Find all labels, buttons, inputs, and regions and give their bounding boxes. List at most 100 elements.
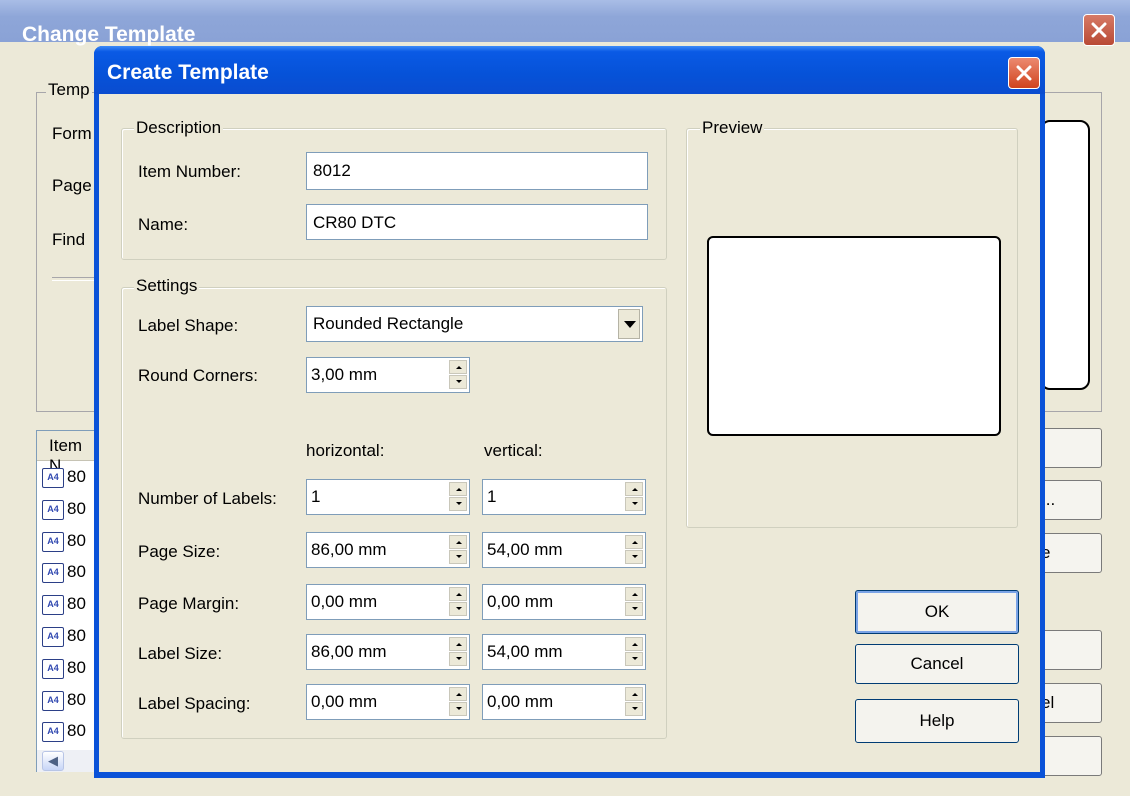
horizontal-spinner-value: 0,00 mm xyxy=(311,692,378,711)
spin-down-icon[interactable] xyxy=(449,375,467,389)
spin-up-icon[interactable] xyxy=(625,637,643,651)
spin-up-icon[interactable] xyxy=(625,535,643,549)
list-item-text: 80 xyxy=(67,562,86,582)
name-input[interactable]: CR80 DTC xyxy=(306,204,648,240)
description-caption: Description xyxy=(134,118,224,138)
scroll-left-icon[interactable]: ◀ xyxy=(42,751,64,771)
spin-down-icon[interactable] xyxy=(449,702,467,716)
vertical-spinner[interactable]: 54,00 mm xyxy=(482,532,646,568)
spin-up-icon[interactable] xyxy=(449,637,467,651)
list-item[interactable]: A4 80 xyxy=(42,625,102,650)
horizontal-spinner[interactable]: 86,00 mm xyxy=(306,634,470,670)
horizontal-spinner[interactable]: 0,00 mm xyxy=(306,584,470,620)
template-file-icon: A4 xyxy=(42,499,64,520)
list-item[interactable]: A4 80 xyxy=(42,689,102,714)
label-shape-value: Rounded Rectangle xyxy=(313,314,464,333)
spin-down-icon[interactable] xyxy=(449,497,467,511)
spin-up-icon[interactable] xyxy=(449,360,467,374)
item-number-input[interactable]: 8012 xyxy=(306,152,648,190)
list-item-text: 80 xyxy=(67,467,86,486)
spin-down-icon[interactable] xyxy=(625,497,643,511)
settings-row-label: Number of Labels: xyxy=(138,489,277,508)
settings-row-label: Page Margin: xyxy=(138,594,240,613)
settings-caption: Settings xyxy=(134,276,200,296)
horizontal-spinner-value: 0,00 mm xyxy=(311,592,378,611)
round-corners-spinner[interactable]: 3,00 mm xyxy=(306,357,470,393)
list-item[interactable]: A4 80 xyxy=(42,593,102,618)
item-number-label: Item Number: xyxy=(138,162,241,181)
vertical-spinner-value: 1 xyxy=(487,487,497,506)
spin-down-icon[interactable] xyxy=(625,702,643,716)
vertical-spinner[interactable]: 1 xyxy=(482,479,646,515)
list-item[interactable]: A4 80 xyxy=(42,498,102,523)
list-column-header[interactable]: Item N xyxy=(37,431,97,475)
spin-up-icon[interactable] xyxy=(449,482,467,496)
template-file-icon: A4 xyxy=(42,563,64,584)
label-shape-select[interactable]: Rounded Rectangle xyxy=(306,306,643,342)
list-item-text: 80 xyxy=(67,721,86,741)
vertical-spinner-value: 54,00 mm xyxy=(487,642,563,661)
list-item-text: 80 xyxy=(67,689,86,709)
list-item-text: 80 xyxy=(67,626,86,645)
list-item[interactable]: A4 80 xyxy=(42,720,102,745)
vertical-column-label: vertical: xyxy=(484,441,543,460)
label-shape-label: Label Shape: xyxy=(138,316,239,335)
spin-up-icon[interactable] xyxy=(449,535,467,549)
spin-down-icon[interactable] xyxy=(449,550,467,564)
dialog-close-button[interactable] xyxy=(1008,57,1040,89)
horizontal-spinner-value: 86,00 mm xyxy=(311,540,387,559)
dialog-title: Create Template xyxy=(107,61,269,84)
vertical-spinner-value: 54,00 mm xyxy=(487,540,563,559)
change-template-title: Change Template xyxy=(22,23,196,46)
list-item[interactable]: A4 80 xyxy=(42,561,102,586)
list-item[interactable]: A4 80 xyxy=(42,466,102,491)
spin-down-icon[interactable] xyxy=(625,652,643,666)
vertical-spinner-value: 0,00 mm xyxy=(487,692,554,711)
template-file-icon: A4 xyxy=(42,690,64,711)
round-corners-value: 3,00 mm xyxy=(311,365,378,384)
horizontal-spinner[interactable]: 1 xyxy=(306,479,470,515)
settings-row-label: Page Size: xyxy=(138,542,221,561)
vertical-spinner-value: 0,00 mm xyxy=(487,592,554,611)
spin-up-icon[interactable] xyxy=(625,587,643,601)
spin-down-icon[interactable] xyxy=(449,652,467,666)
spin-down-icon[interactable] xyxy=(625,550,643,564)
list-item-text: 80 xyxy=(67,594,86,614)
change-template-close-button[interactable] xyxy=(1083,14,1115,46)
spin-down-icon[interactable] xyxy=(625,602,643,616)
spin-down-icon[interactable] xyxy=(449,602,467,616)
name-label: Name: xyxy=(138,215,189,234)
template-file-icon: A4 xyxy=(42,658,64,679)
close-icon xyxy=(1091,22,1107,38)
settings-row-label: Label Size: xyxy=(138,644,223,663)
page-label: Page xyxy=(52,176,92,195)
round-corners-label: Round Corners: xyxy=(138,366,259,385)
close-icon xyxy=(1016,65,1032,81)
vertical-spinner[interactable]: 0,00 mm xyxy=(482,684,646,720)
chevron-down-icon[interactable] xyxy=(618,309,640,339)
ok-button[interactable]: OK xyxy=(855,590,1019,634)
spin-up-icon[interactable] xyxy=(449,587,467,601)
spin-up-icon[interactable] xyxy=(625,687,643,701)
horizontal-spinner[interactable]: 86,00 mm xyxy=(306,532,470,568)
spin-up-icon[interactable] xyxy=(625,482,643,496)
template-file-icon: A4 xyxy=(42,468,64,488)
horizontal-column-label: horizontal: xyxy=(306,441,385,460)
template-file-icon: A4 xyxy=(42,531,64,552)
list-item[interactable]: A4 80 xyxy=(42,530,102,555)
template-file-icon: A4 xyxy=(42,595,64,616)
list-item-text: 80 xyxy=(67,530,86,550)
spin-up-icon[interactable] xyxy=(449,687,467,701)
horizontal-spinner-value: 1 xyxy=(311,487,321,506)
cancel-button[interactable]: Cancel xyxy=(855,644,1019,684)
list-item[interactable]: A4 80 xyxy=(42,657,102,682)
background-preview-shape xyxy=(1040,120,1090,390)
horizontal-spinner-value: 86,00 mm xyxy=(311,642,387,661)
vertical-spinner[interactable]: 54,00 mm xyxy=(482,634,646,670)
horizontal-spinner[interactable]: 0,00 mm xyxy=(306,684,470,720)
help-button[interactable]: Help xyxy=(855,699,1019,743)
preview-caption: Preview xyxy=(700,118,765,138)
vertical-spinner[interactable]: 0,00 mm xyxy=(482,584,646,620)
list-item-text: 80 xyxy=(67,498,86,518)
template-file-icon: A4 xyxy=(42,722,64,743)
